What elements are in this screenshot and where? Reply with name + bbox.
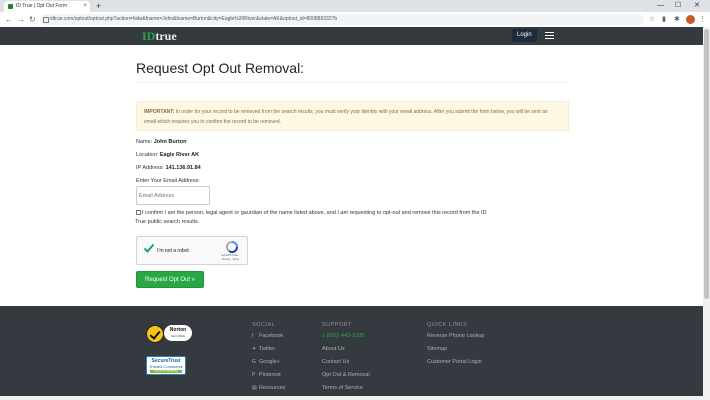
alert-strong: IMPORTANT: <box>144 109 175 115</box>
footer-link-sitemap[interactable]: Sitemap <box>427 346 447 352</box>
twitter-icon: ✦ <box>252 346 257 352</box>
footer-link-reverse-phone[interactable]: Reverse Phone Lookup <box>427 333 484 339</box>
divider <box>136 82 568 83</box>
norton-secured-badge[interactable]: Norton SECURED <box>146 321 196 347</box>
footer-link-terms[interactable]: Terms of Service <box>322 385 363 391</box>
securetrust-badge[interactable]: SecureTrust Trusted Commerce CLICK TO VA… <box>146 356 186 375</box>
google-plus-icon: G <box>252 359 256 365</box>
request-opt-out-button[interactable]: Request Opt Out » <box>136 271 204 288</box>
social-heading: SOCIAL <box>252 322 276 328</box>
email-field[interactable] <box>136 186 210 205</box>
minimize-button[interactable]: — <box>657 0 664 12</box>
social-link-google[interactable]: G Google+ <box>252 359 280 365</box>
not-robot-label: I'm not a robot <box>157 248 189 254</box>
site-logo[interactable]: IDtrue <box>142 27 177 45</box>
recaptcha-links[interactable]: Privacy - Terms <box>222 258 239 261</box>
bookmark-star-icon[interactable]: ☆ <box>649 15 655 24</box>
browser-toolbar: ← → ↻ idtrue.com/optout/optout.php?actio… <box>0 12 710 28</box>
social-link-pinterest[interactable]: P Pinterest <box>252 372 281 378</box>
login-button[interactable]: Login <box>512 29 537 42</box>
name-row: Name: John Burton <box>136 139 187 145</box>
site-favicon-icon <box>8 4 13 9</box>
footer-link-optout[interactable]: Opt Out & Removal <box>322 372 370 378</box>
norton-check-icon <box>146 325 164 343</box>
extension-icon[interactable]: ▮ <box>662 15 666 24</box>
maximize-button[interactable]: ☐ <box>675 0 681 12</box>
important-alert: IMPORTANT: In order for your record to b… <box>136 101 569 131</box>
lock-icon[interactable] <box>43 17 49 23</box>
tab-close-icon[interactable]: × <box>83 1 87 12</box>
ip-row: IP Address: 141.136.91.84 <box>136 165 201 171</box>
extensions-puzzle-icon[interactable]: ✱ <box>674 15 680 24</box>
close-window-button[interactable]: ✕ <box>694 0 700 12</box>
profile-avatar[interactable] <box>686 15 695 24</box>
browser-tab[interactable]: ID True | Opt Out Form × <box>4 1 90 12</box>
social-link-facebook[interactable]: f Facebook <box>252 333 283 339</box>
site-footer: Norton SECURED SecureTrust Trusted Commer… <box>0 306 710 400</box>
hamburger-menu-icon[interactable] <box>545 32 554 41</box>
new-tab-button[interactable]: + <box>96 0 101 12</box>
support-heading: SUPPORT <box>322 322 352 328</box>
location-value: Eagle River AK <box>159 152 200 158</box>
url-text: idtrue.com/optout/optout.php?action=hide… <box>50 16 338 22</box>
footer-link-customer-portal[interactable]: Customer Portal Login <box>427 359 482 365</box>
name-value: John Burton <box>153 139 187 145</box>
browser-tab-bar: ID True | Opt Out Form × + — ☐ ✕ <box>0 0 710 12</box>
ip-value: 141.136.91.84 <box>165 165 201 171</box>
reload-button[interactable]: ↻ <box>29 14 36 25</box>
facebook-icon: f <box>252 333 254 339</box>
support-phone[interactable]: 1 (800) 443-2205 <box>322 333 364 339</box>
recaptcha-widget: I'm not a robot reCAPTCHA Privacy - Term… <box>136 236 248 265</box>
pinterest-icon: P <box>252 372 256 378</box>
checkmark-icon[interactable] <box>143 242 155 254</box>
consent-text: I confirm I am the person, legal agent o… <box>135 210 487 225</box>
social-link-resources[interactable]: ▤ Resources <box>252 385 285 391</box>
resources-icon: ▤ <box>252 385 257 391</box>
alert-text: In order for your record to be removed f… <box>144 109 548 125</box>
vertical-scrollbar[interactable] <box>703 27 710 400</box>
back-button[interactable]: ← <box>5 14 13 25</box>
location-row: Location: Eagle River AK <box>136 152 200 158</box>
footer-link-contact[interactable]: Contact Us <box>322 359 349 365</box>
email-label: Enter Your Email Address: <box>136 178 200 184</box>
page-title: Request Opt Out Removal: <box>136 60 305 76</box>
recaptcha-brand: reCAPTCHA <box>221 253 239 257</box>
browser-menu-icon[interactable]: ⋮ <box>699 15 706 24</box>
quick-links-heading: QUICK LINKS <box>427 322 468 328</box>
consent-checkbox[interactable] <box>136 210 141 215</box>
tab-title: ID True | Opt Out Form <box>16 3 68 9</box>
site-header: IDtrue Login <box>0 27 710 45</box>
scrollbar-thumb[interactable] <box>704 29 709 299</box>
social-link-twitter[interactable]: ✦ Twitter <box>252 346 275 352</box>
address-bar[interactable]: idtrue.com/optout/optout.php?action=hide… <box>40 14 644 25</box>
horizontal-scrollbar[interactable] <box>0 396 703 400</box>
recaptcha-logo-icon <box>226 241 238 253</box>
forward-button[interactable]: → <box>17 14 25 25</box>
footer-link-about[interactable]: About Us <box>322 346 345 352</box>
